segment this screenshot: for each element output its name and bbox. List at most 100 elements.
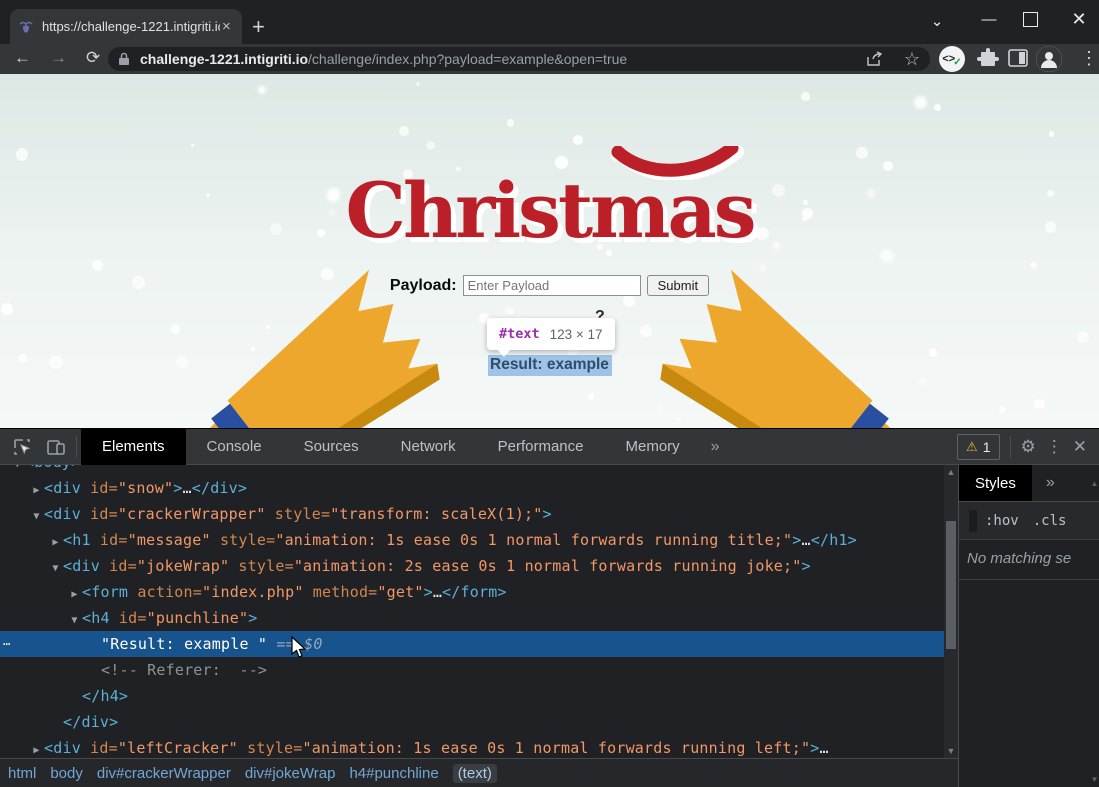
breadcrumb-punchline[interactable]: h4#punchline — [349, 765, 438, 782]
window-minimize-button[interactable]: — — [974, 4, 1004, 34]
code-segment: "message" — [128, 531, 211, 549]
tab-close-icon[interactable]: × — [222, 18, 231, 35]
code-segment: "index.php" — [202, 583, 304, 601]
filter-input[interactable] — [969, 510, 977, 532]
tab-network[interactable]: Network — [380, 429, 477, 465]
tab-performance[interactable]: Performance — [477, 429, 605, 465]
tree-row[interactable]: <!-- Referer: --> — [0, 657, 944, 683]
tab-styles[interactable]: Styles — [959, 465, 1032, 501]
tree-row[interactable]: ▼<h4 id="punchline"> — [0, 605, 944, 631]
tree-row[interactable]: </div> — [0, 709, 944, 735]
tree-row[interactable]: </h4> — [0, 683, 944, 709]
snow-dot — [856, 382, 862, 388]
tree-row[interactable]: "Result: example " == $0⋯ — [0, 631, 944, 657]
snow-dot — [623, 295, 635, 307]
snow-dot — [18, 354, 27, 363]
window-maximize-button[interactable] — [1023, 12, 1038, 27]
elements-scrollbar[interactable]: ▲ ▼ — [944, 465, 958, 758]
tab-search-chevron-icon[interactable]: ⌄ — [922, 6, 952, 36]
side-panel-icon[interactable] — [1008, 48, 1028, 68]
url-path: /challenge/index.php?payload=example&ope… — [308, 51, 627, 67]
expand-arrow-icon[interactable]: ▶ — [29, 738, 44, 758]
intigriti-favicon-icon — [18, 19, 34, 35]
more-tabs-chevron-icon[interactable]: » — [701, 438, 730, 456]
tree-row[interactable]: ▶<form action="index.php" method="get">…… — [0, 579, 944, 605]
bookmark-star-icon[interactable]: ☆ — [904, 49, 920, 70]
dom-breadcrumb: html body div#crackerWrapper div#jokeWra… — [0, 758, 958, 787]
issues-warning-badge[interactable]: ⚠ 1 — [957, 434, 999, 460]
device-toolbar-icon[interactable] — [46, 437, 66, 457]
browser-tab[interactable]: https://challenge-1221.intigriti.io × — [10, 9, 242, 44]
browser-menu-kebab-icon[interactable]: ⋮ — [1080, 48, 1098, 69]
snow-dot — [934, 104, 941, 111]
snow-dot — [929, 348, 938, 357]
extension-badge-icon[interactable]: <>✓ — [939, 46, 965, 72]
code-segment: > — [543, 505, 552, 523]
breadcrumb-jokewrap[interactable]: div#jokeWrap — [245, 765, 336, 782]
code-segment: </form> — [442, 583, 507, 601]
submit-button[interactable]: Submit — [647, 275, 709, 296]
toolbar-divider — [1010, 436, 1011, 458]
code-segment: … — [183, 479, 192, 497]
tree-row[interactable]: ▶<div id="leftCracker" style="animation:… — [0, 735, 944, 758]
snow-dot — [92, 260, 103, 271]
address-bar[interactable]: challenge-1221.intigriti.io/challenge/in… — [108, 47, 930, 71]
code-segment: "get" — [377, 583, 423, 601]
tab-memory[interactable]: Memory — [605, 429, 701, 465]
breadcrumb-crackerwrapper[interactable]: div#crackerWrapper — [97, 765, 231, 782]
snow-dot — [399, 126, 409, 136]
payload-input[interactable] — [463, 275, 641, 296]
code-segment: > — [71, 465, 80, 471]
toggle-hover-state[interactable]: :hov — [985, 513, 1019, 529]
toggle-classes[interactable]: .cls — [1033, 513, 1067, 529]
row-overflow-dots-icon[interactable]: ⋯ — [3, 631, 11, 657]
code-segment: "crackerWrapper" — [118, 505, 266, 523]
styles-more-chevron-icon[interactable]: » — [1046, 474, 1055, 492]
tree-row[interactable]: ▶<h1 id="message" style="animation: 1s e… — [0, 527, 944, 553]
code-segment: "animation: 1s ease 0s 1 normal forwards… — [275, 531, 792, 549]
devtools-close-icon[interactable]: ✕ — [1073, 437, 1087, 457]
snow-dot — [856, 147, 868, 159]
code-segment: id= — [100, 557, 137, 575]
profile-avatar[interactable] — [1036, 46, 1062, 72]
breadcrumb-text-node[interactable]: (text) — [453, 764, 497, 783]
snow-dot — [573, 135, 583, 145]
snow-dot — [266, 325, 270, 329]
tree-row[interactable]: ▶<div id="snow">…</div> — [0, 475, 944, 501]
styles-scrollbar[interactable]: ▲ ▼ — [1090, 465, 1099, 787]
person-icon — [1036, 46, 1062, 72]
devtools-panel: Elements Console Sources Network Perform… — [0, 428, 1099, 787]
devtools-menu-kebab-icon[interactable]: ⋮ — [1046, 437, 1063, 457]
tree-row[interactable]: ▼<body> — [0, 465, 944, 475]
snow-dot — [16, 148, 29, 161]
warning-icon: ⚠ — [966, 439, 978, 455]
page-title: Christmas — [0, 166, 1099, 255]
window-close-button[interactable]: ✕ — [1064, 4, 1094, 34]
snow-dot — [738, 297, 750, 309]
tree-row[interactable]: ▼<div id="crackerWrapper" style="transfo… — [0, 501, 944, 527]
code-segment: method= — [304, 583, 378, 601]
url-domain: challenge-1221.intigriti.io — [140, 51, 308, 67]
snow-dot — [661, 369, 674, 382]
scrollbar-thumb[interactable] — [946, 521, 956, 649]
new-tab-button[interactable]: + — [252, 14, 265, 40]
tree-row[interactable]: ▼<div id="jokeWrap" style="animation: 2s… — [0, 553, 944, 579]
tab-sources[interactable]: Sources — [283, 429, 380, 465]
extension-check: ✓ — [953, 57, 961, 68]
snow-dot — [999, 406, 1006, 413]
tab-console[interactable]: Console — [186, 429, 283, 465]
breadcrumb-html[interactable]: html — [8, 765, 36, 782]
share-icon[interactable] — [866, 51, 884, 67]
inspect-element-icon[interactable] — [12, 437, 32, 457]
breadcrumb-body[interactable]: body — [50, 765, 83, 782]
inspect-tooltip: #text 123 × 17 — [487, 318, 615, 350]
reload-button[interactable]: ⟳ — [86, 48, 100, 68]
back-button[interactable]: ← — [14, 48, 31, 68]
tab-elements[interactable]: Elements — [81, 429, 186, 465]
forward-button[interactable]: → — [50, 48, 67, 68]
snow-dot — [760, 264, 767, 271]
devtools-settings-gear-icon[interactable]: ⚙ — [1021, 437, 1036, 457]
extensions-puzzle-icon[interactable] — [977, 48, 999, 70]
code-segment: "snow" — [118, 479, 173, 497]
code-segment: action= — [128, 583, 202, 601]
